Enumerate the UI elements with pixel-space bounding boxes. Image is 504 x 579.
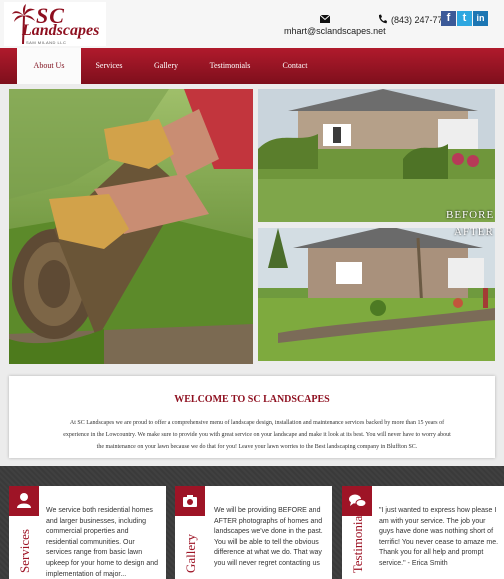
nav-item-gallery[interactable]: Gallery [146, 48, 186, 84]
welcome-body: At SC Landscapes we are proud to offer a… [63, 420, 451, 450]
services-card[interactable]: Services We service both residential hom… [9, 486, 166, 579]
nav-item-contact[interactable]: Contact [276, 48, 314, 84]
welcome-title: WELCOME TO SC LANDSCAPES [174, 394, 330, 405]
after-photo: AFTER [258, 228, 495, 361]
services-heading: Services [17, 528, 32, 573]
before-photo: BEFORE [258, 89, 495, 222]
main-nav: About Us Services Gallery Testimonials C… [0, 48, 504, 84]
gallery-card[interactable]: Gallery We will be providing BEFORE and … [175, 486, 332, 579]
testimonials-card[interactable]: Testimonials "I just wanted to express h… [342, 486, 504, 579]
welcome-section: WELCOME TO SC LANDSCAPES At SC Landscape… [9, 376, 495, 458]
nav-item-services[interactable]: Services [84, 48, 134, 84]
email-link[interactable]: mhart@sclandscapes.net [284, 26, 386, 36]
sod-installation-photo [9, 89, 253, 364]
camera-icon [175, 486, 205, 516]
before-label: BEFORE [446, 209, 495, 221]
nav-item-testimonials[interactable]: Testimonials [200, 48, 260, 84]
envelope-icon [320, 15, 330, 23]
user-icon [9, 486, 39, 516]
after-label: AFTER [454, 228, 494, 238]
logo-landscapes-text: Landscapes [22, 22, 100, 39]
testimonials-heading: Testimonials [350, 506, 365, 573]
page: SC Landscapes SAM MILAND LLC mhart@sclan… [0, 0, 504, 579]
gallery-heading: Gallery [183, 534, 198, 573]
nav-item-about-us[interactable]: About Us [17, 48, 81, 84]
header: SC Landscapes SAM MILAND LLC mhart@sclan… [0, 0, 504, 48]
logo[interactable]: SC Landscapes SAM MILAND LLC [4, 2, 106, 46]
twitter-icon[interactable]: t [457, 11, 472, 26]
gallery-text: We will be providing BEFORE and AFTER ph… [214, 507, 323, 567]
linkedin-icon[interactable]: in [473, 11, 488, 26]
services-text: We service both residential homes and la… [46, 507, 159, 578]
facebook-icon[interactable]: f [441, 11, 456, 26]
testimonials-text: "I just wanted to express how please I a… [379, 507, 499, 567]
logo-llc-text: SAM MILAND LLC [26, 40, 67, 45]
phone-icon [378, 14, 387, 24]
